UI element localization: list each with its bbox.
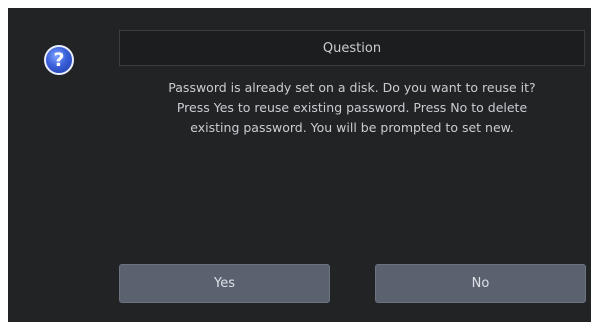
message-line: Password is already set on a disk. Do yo… (168, 80, 536, 95)
no-button[interactable]: No (375, 264, 586, 303)
yes-button[interactable]: Yes (119, 264, 330, 303)
message-line: existing password. You will be prompted … (190, 120, 514, 135)
question-dialog: ? Question Password is already set on a … (8, 8, 591, 322)
question-mark-icon: ? (44, 45, 74, 75)
dialog-title: Question (119, 30, 585, 66)
dialog-message: Password is already set on a disk. Do yo… (119, 78, 585, 138)
message-line: Press Yes to reuse existing password. Pr… (176, 100, 528, 115)
